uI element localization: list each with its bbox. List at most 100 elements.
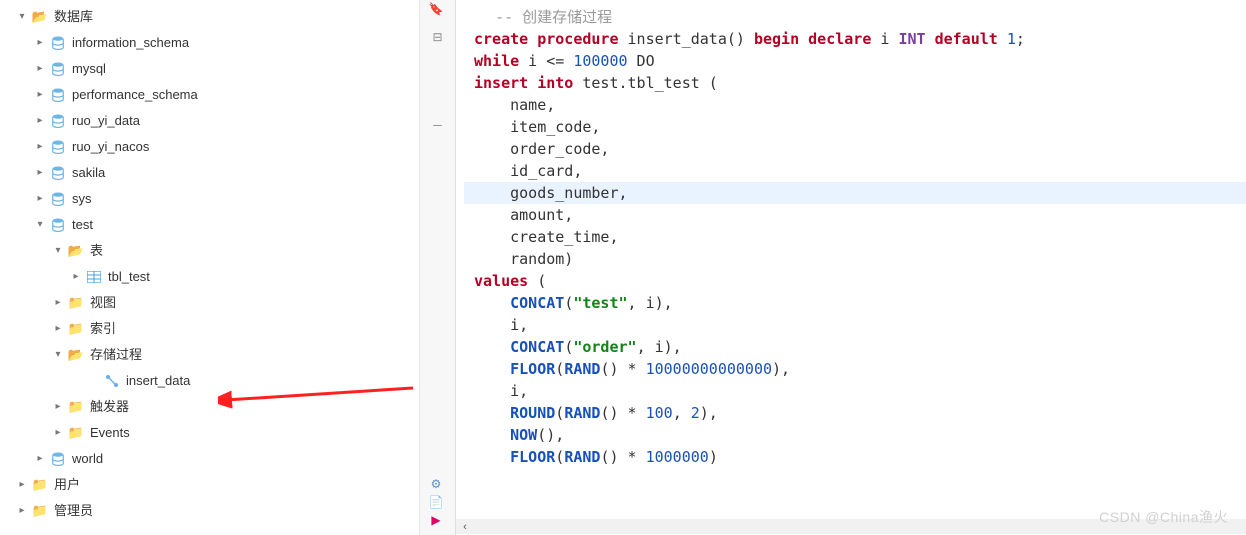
code-line: create_time, [464,226,1246,248]
tree-label: 存储过程 [90,346,142,364]
scroll-left-button[interactable]: ‹ [456,520,474,534]
database-icon [50,87,66,103]
tree-table-tbl_test[interactable]: ▸ tbl_test [2,264,419,290]
chevron-right-icon: ▸ [16,502,28,520]
editor-bottom-tools: ⚙ 📄 ▶ [427,475,445,527]
tree-users[interactable]: ▸ 📁 用户 [2,472,419,498]
code-line: id_card, [464,160,1246,182]
folder-icon: 📁 [68,425,84,441]
tree-schema-mysql[interactable]: ▸ mysql [2,56,419,82]
code-line: ROUND(RAND() * 100, 2), [464,402,1246,424]
tree-test-indexes[interactable]: ▸📁 索引 [2,316,419,342]
tree-schema-information_schema[interactable]: ▸ information_schema [2,30,419,56]
database-icon [50,191,66,207]
gear-icon[interactable]: ⚙ [429,477,443,491]
chevron-right-icon: ▸ [34,60,46,78]
code-line: values ( [464,270,1246,292]
tree-test-procedures[interactable]: ▾📂存储过程 [2,342,419,368]
tree-label: ruo_yi_data [72,112,140,130]
tree-procedure-insert_data[interactable]: insert_data [2,368,419,394]
chevron-right-icon: ▸ [70,268,82,286]
chevron-right-icon: ▸ [52,294,64,312]
folder-open-icon: 📂 [68,243,84,259]
folder-icon: 📁 [32,503,48,519]
chevron-right-icon: ▸ [34,450,46,468]
database-tree[interactable]: ▾ 📂 数据库 ▸ information_schema ▸ mysql ▸ perfor… [0,0,420,535]
database-icon [50,139,66,155]
chevron-right-icon: ▸ [34,34,46,52]
database-icon [50,165,66,181]
bookmark-icon[interactable]: 🔖 [429,2,443,16]
run-icon[interactable]: ▶ [429,513,443,527]
editor-gutter: ⊟ ─ [420,0,456,535]
tree-label: 数据库 [54,8,93,26]
tree-label: 索引 [90,320,116,338]
folder-icon: 📁 [68,321,84,337]
code-line: goods_number, [464,182,1246,204]
chevron-right-icon: ▸ [52,320,64,338]
chevron-down-icon: ▾ [34,216,46,234]
page-icon[interactable]: 📄 [429,495,443,509]
tree-admin[interactable]: ▸ 📁 管理员 [2,498,419,524]
tree-schema-world[interactable]: ▸ world [2,446,419,472]
code-line: i, [464,380,1246,402]
database-icon [50,451,66,467]
tree-test-tables[interactable]: ▾📂 表 [2,238,419,264]
chevron-right-icon: ▸ [34,112,46,130]
sql-editor: ⊟ ─ -- 创建存储过程 create procedure insert_dat… [420,0,1246,535]
chevron-right-icon: ▸ [34,164,46,182]
chevron-right-icon: ▸ [34,138,46,156]
tree-schema-test[interactable]: ▾ test [2,212,419,238]
folder-open-icon: 📂 [68,347,84,363]
tree-schema-ruo_yi_data[interactable]: ▸ ruo_yi_data [2,108,419,134]
code-line: order_code, [464,138,1246,160]
tree-label: tbl_test [108,268,150,286]
tree-root-databases[interactable]: ▾ 📂 数据库 [2,4,419,30]
table-icon [86,269,102,285]
chevron-right-icon: ▸ [52,398,64,416]
chevron-right-icon: ▸ [34,86,46,104]
code-line: insert into test.tbl_test ( [464,72,1246,94]
folder-icon: 📁 [68,399,84,415]
code-line: random) [464,248,1246,270]
tree-schema-performance_schema[interactable]: ▸ performance_schema [2,82,419,108]
chevron-down-icon: ▾ [52,242,64,260]
tree-label: 用户 [54,476,80,494]
chevron-right-icon: ▸ [34,190,46,208]
tree-label: ruo_yi_nacos [72,138,149,156]
tree-label: 管理员 [54,502,93,520]
fold-marker[interactable]: ⊟ [424,30,451,52]
comment: -- 创建存储过程 [495,8,612,26]
code-line: FLOOR(RAND() * 1000000) [464,446,1246,468]
code-line: item_code, [464,116,1246,138]
tree-test-views[interactable]: ▸📁 视图 [2,290,419,316]
folder-icon: 📁 [68,295,84,311]
folder-open-icon: 📂 [32,9,48,25]
tree-label: test [72,216,93,234]
code-line: create procedure insert_data() begin dec… [464,28,1246,50]
database-icon [50,113,66,129]
tree-schema-sakila[interactable]: ▸sakila [2,160,419,186]
tree-schema-sys[interactable]: ▸sys [2,186,419,212]
tree-schema-ruo_yi_nacos[interactable]: ▸ ruo_yi_nacos [2,134,419,160]
code-line: FLOOR(RAND() * 10000000000000), [464,358,1246,380]
database-icon [50,35,66,51]
tree-label: 表 [90,242,103,260]
folder-icon: 📁 [32,477,48,493]
horizontal-scrollbar[interactable]: ‹ [456,519,1246,534]
database-icon [50,217,66,233]
tree-test-triggers[interactable]: ▸📁触发器 [2,394,419,420]
tree-label: mysql [72,60,106,78]
tree-test-events[interactable]: ▸📁Events [2,420,419,446]
code-viewport[interactable]: -- 创建存储过程 create procedure insert_data() … [456,0,1246,535]
tree-label: 视图 [90,294,116,312]
procedure-icon [104,373,120,389]
code-line: amount, [464,204,1246,226]
code-line: NOW(), [464,424,1246,446]
tree-label: performance_schema [72,86,198,104]
chevron-right-icon: ▸ [52,424,64,442]
code-line: i, [464,314,1246,336]
code-line: while i <= 100000 DO [464,50,1246,72]
tree-label: world [72,450,103,468]
tree-label: information_schema [72,34,189,52]
